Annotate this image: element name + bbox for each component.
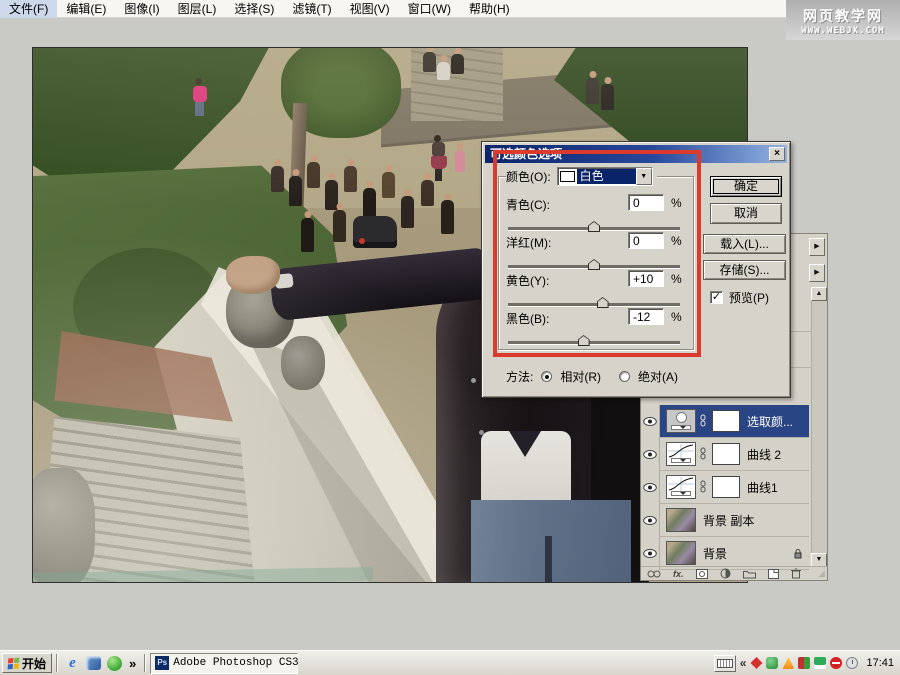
preview-checkbox[interactable]: ✓: [710, 291, 723, 304]
layer-mask-thumbnail[interactable]: [712, 476, 740, 498]
new-adjustment-icon[interactable]: [720, 568, 731, 579]
task-label: Adobe Photoshop CS3: [173, 657, 299, 669]
webjx-watermark: 网页教学网 www.webjx.com: [786, 0, 900, 40]
photoshop-task-button[interactable]: Ps Adobe Photoshop CS3: [150, 652, 299, 674]
menu-window[interactable]: 窗口(W): [399, 0, 460, 18]
layer-name: 背景 副本: [703, 513, 755, 528]
link-layers-icon[interactable]: [647, 569, 661, 579]
method-absolute-radio[interactable]: [619, 371, 631, 382]
selective-color-thumbnail-icon[interactable]: [666, 409, 696, 433]
layers-panel-bottom-bar: fx. ◢: [641, 566, 827, 580]
windows-logo-icon: [7, 657, 20, 669]
new-group-folder-icon[interactable]: [742, 569, 756, 579]
keyboard-layout-icon[interactable]: [713, 654, 736, 672]
close-icon[interactable]: ×: [769, 147, 785, 161]
save-button[interactable]: 存储(S)...: [703, 260, 786, 280]
visibility-eye-icon[interactable]: [641, 503, 660, 537]
visibility-eye-icon[interactable]: [641, 437, 660, 471]
curves-thumbnail-icon[interactable]: [666, 475, 696, 499]
taskbar-separator: [144, 654, 147, 672]
fill-spinner-icon[interactable]: ▶: [809, 264, 825, 282]
internet-explorer-icon[interactable]: e: [64, 655, 81, 672]
lock-icon: [794, 549, 802, 559]
tray-red-green-icon[interactable]: [798, 657, 811, 669]
layer-row-background-copy[interactable]: 背景 副本: [641, 503, 809, 537]
method-row: 方法: 相对(R) 绝对(A): [506, 368, 678, 385]
method-relative-radio[interactable]: [541, 371, 553, 382]
method-absolute-label: 绝对(A): [638, 370, 679, 384]
curves-thumbnail-icon[interactable]: [666, 442, 696, 466]
watermark-url: www.webjx.com: [801, 26, 885, 36]
menu-select[interactable]: 选择(S): [225, 0, 283, 18]
method-relative-label: 相对(R): [560, 370, 602, 384]
add-mask-icon[interactable]: [695, 568, 708, 579]
menu-image[interactable]: 图像(I): [115, 0, 168, 18]
layer-style-fx-icon[interactable]: fx.: [673, 569, 684, 579]
quick-launch-icon[interactable]: [85, 655, 102, 672]
system-tray: « 17:41: [713, 654, 900, 672]
taskbar: 开始 e » Ps Adobe Photoshop CS3 « 17:41: [0, 650, 900, 675]
menu-help[interactable]: 帮助(H): [460, 0, 519, 18]
quick-launch-green-icon[interactable]: [106, 655, 123, 672]
load-button[interactable]: 载入(L)...: [703, 234, 786, 254]
layer-photo-thumbnail[interactable]: [666, 508, 696, 532]
ok-button[interactable]: 确定: [710, 176, 782, 197]
layer-mask-thumbnail[interactable]: [712, 443, 740, 465]
opacity-spinner-icon[interactable]: ▶: [809, 238, 825, 256]
taskbar-separator: [56, 654, 58, 672]
new-layer-icon[interactable]: [767, 568, 779, 579]
visibility-eye-icon[interactable]: [641, 404, 660, 438]
tray-orange-flame-icon[interactable]: [782, 657, 795, 669]
start-label: 开始: [21, 656, 46, 671]
layers-scrollbar[interactable]: ▲ ▼: [811, 287, 827, 567]
annotation-red-rectangle: [493, 150, 701, 357]
scroll-down-icon[interactable]: ▼: [811, 553, 827, 567]
delete-layer-trash-icon[interactable]: [790, 568, 801, 579]
menu-layer[interactable]: 图层(L): [169, 0, 226, 18]
quick-launch-overflow-chevron[interactable]: »: [129, 656, 136, 671]
link-icon: [700, 447, 706, 460]
watermark-title: 网页教学网: [803, 8, 883, 24]
scroll-up-icon[interactable]: ▲: [811, 287, 827, 301]
preview-label: 预览(P): [729, 291, 769, 305]
layer-row-selective-color[interactable]: 选取颜...: [641, 404, 809, 438]
menu-bar: 文件(F) 编辑(E) 图像(I) 图层(L) 选择(S) 滤镜(T) 视图(V…: [0, 0, 900, 18]
panel-resize-grip[interactable]: ◢: [818, 568, 825, 579]
layer-mask-thumbnail[interactable]: [712, 410, 740, 432]
menu-edit[interactable]: 编辑(E): [57, 0, 115, 18]
menu-file[interactable]: 文件(F): [0, 0, 58, 18]
layer-row-curves-1[interactable]: 曲线1: [641, 470, 809, 504]
layer-name: 曲线1: [747, 480, 778, 495]
visibility-eye-icon[interactable]: [641, 470, 660, 504]
layer-name: 曲线 2: [747, 447, 782, 462]
tray-no-entry-icon[interactable]: [830, 657, 843, 669]
tray-red-icon[interactable]: [750, 657, 763, 669]
visibility-eye-icon[interactable]: [641, 536, 660, 570]
start-button[interactable]: 开始: [2, 653, 52, 673]
cancel-button[interactable]: 取消: [710, 203, 782, 224]
link-icon: [700, 480, 706, 493]
taskbar-clock[interactable]: 17:41: [866, 657, 894, 669]
link-icon: [700, 414, 706, 427]
tray-collapse-chevron[interactable]: «: [740, 656, 747, 670]
tray-clock-icon[interactable]: [846, 657, 859, 669]
preview-row: ✓ 预览(P): [710, 289, 769, 306]
tray-green-white-icon[interactable]: [814, 657, 827, 669]
method-label: 方法:: [506, 370, 534, 384]
menu-filter[interactable]: 滤镜(T): [283, 0, 340, 18]
photoshop-ps-icon: Ps: [155, 656, 170, 670]
tray-green-icon[interactable]: [766, 657, 779, 669]
layer-row-curves-2[interactable]: 曲线 2: [641, 437, 809, 471]
layer-photo-thumbnail[interactable]: [666, 541, 696, 565]
layer-name: 选取颜...: [747, 414, 794, 429]
layer-name: 背景: [703, 546, 728, 561]
menu-view[interactable]: 视图(V): [341, 0, 399, 18]
